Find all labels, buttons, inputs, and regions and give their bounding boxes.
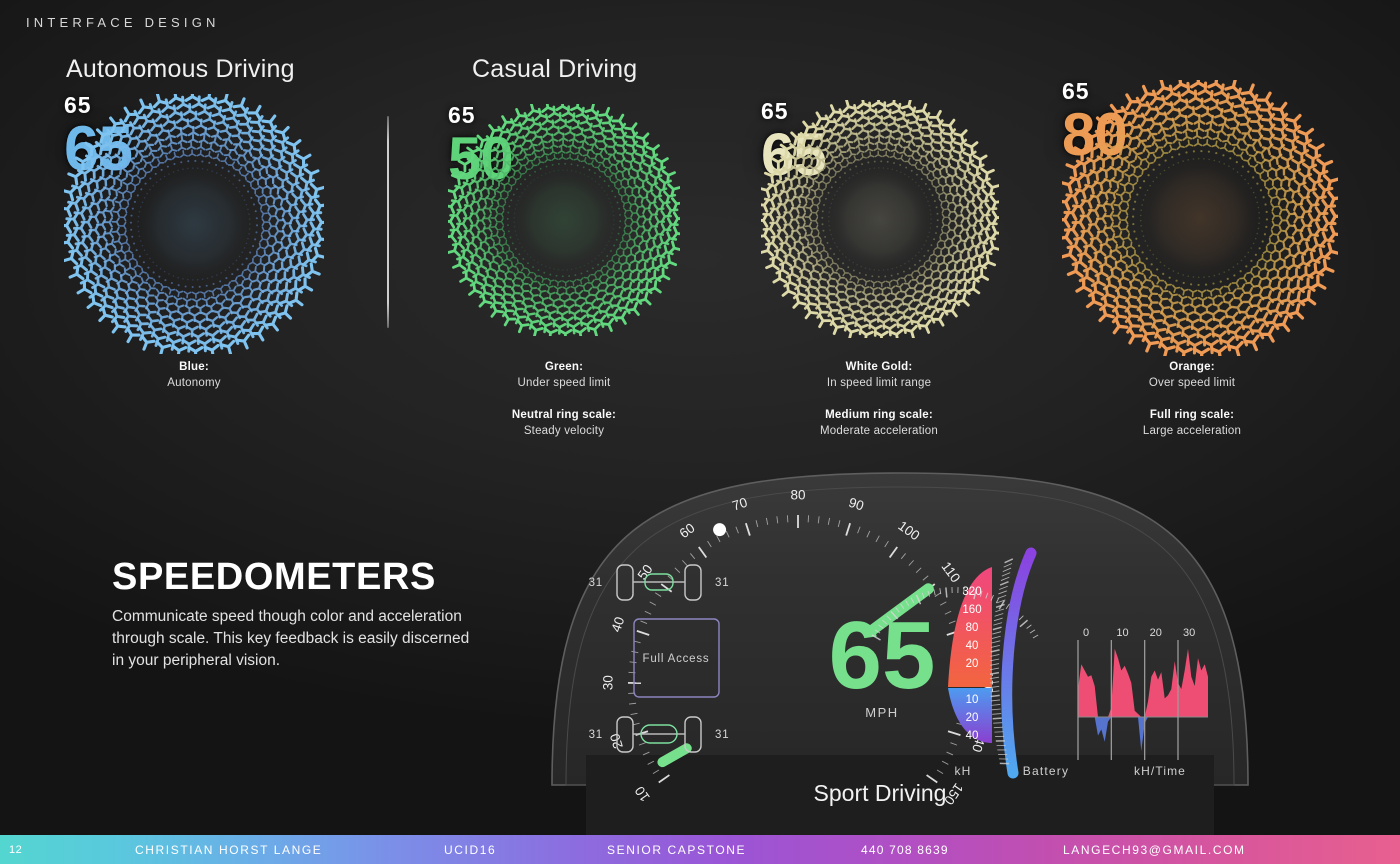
speedo-tick-label: 80 (790, 488, 805, 503)
slide-canvas: INTERFACE DESIGN Autonomous Driving Casu… (0, 0, 1400, 864)
caption-value-scale: Moderate acceleration (820, 425, 938, 437)
tire-pressure-front-left: 31 (589, 577, 603, 589)
speedometer-dial-autonomous-blue[interactable]: 65 65 (64, 94, 324, 354)
caption-value: Under speed limit (517, 377, 611, 389)
tire-pressure-front-right: 31 (715, 577, 729, 589)
kh-gauge-label: kH (954, 764, 971, 778)
speedometer-dial-casual-green[interactable]: 65 50 (448, 104, 680, 336)
slide-footer: 12 CHRISTIAN HORST LANGE UCID16 SENIOR C… (0, 835, 1400, 864)
footer-email: LANGECH93@GMAIL.COM (1063, 842, 1246, 857)
chart-axis-tick: 0 (1083, 627, 1089, 639)
kh-upper-value: 160 (962, 604, 981, 616)
dial-ring-graphic (1062, 80, 1338, 356)
tire-pressure-rear-right: 31 (715, 729, 729, 741)
caption-value: Autonomy (167, 377, 221, 389)
section-divider (387, 116, 389, 328)
kh-lower-value: 40 (966, 730, 979, 742)
chart-axis-tick: 10 (1116, 627, 1128, 639)
kh-lower-value: 10 (966, 694, 979, 706)
speedometer-dial-casual-orange[interactable]: 65 80 (1062, 80, 1338, 356)
speed-limit-marker (713, 523, 727, 537)
section-title-casual: Casual Driving (472, 55, 638, 83)
kh-time-chart-label: kH/Time (1134, 764, 1186, 778)
driving-mode-label: Sport Driving (813, 780, 947, 806)
dial-caption-blue: Blue: Autonomy (34, 361, 354, 389)
battery-gauge-label: Battery (1023, 764, 1069, 778)
kh-lower-value: 20 (966, 712, 979, 724)
kh-upper-value: 40 (966, 640, 979, 652)
footer-course: UCID16 (444, 842, 497, 857)
tire-pressure-rear-left: 31 (589, 729, 603, 741)
feature-title: SPEEDOMETERS (112, 556, 436, 598)
caption-label: Orange: (1169, 361, 1215, 373)
dial-caption-orange: Orange: Over speed limit Full ring scale… (1032, 361, 1352, 437)
dial-ring-graphic (448, 104, 680, 336)
footer-page-number: 12 (9, 843, 23, 856)
footer-project: SENIOR CAPSTONE (607, 842, 747, 857)
cluster-speed-unit: MPH (865, 705, 898, 720)
kh-upper-value: 320 (962, 586, 981, 598)
speedometer-dial-casual-white-gold[interactable]: 65 65 (761, 100, 999, 338)
footer-phone: 440 708 8639 (861, 842, 949, 857)
caption-label-scale: Neutral ring scale: (511, 409, 617, 421)
cluster-speed-value: 65 (829, 602, 936, 709)
caption-label: Blue: (179, 361, 209, 373)
dial-ring-graphic (64, 94, 324, 354)
feature-body: Communicate speed though color and accel… (112, 608, 470, 669)
caption-value: Over speed limit (1148, 377, 1236, 389)
caption-label-scale: Medium ring scale: (825, 409, 933, 421)
chart-axis-tick: 30 (1183, 627, 1195, 639)
kh-upper-value: 20 (966, 658, 979, 670)
caption-label: White Gold: (845, 361, 913, 373)
caption-label: Green: (544, 361, 584, 373)
chart-axis-tick: 20 (1150, 627, 1162, 639)
tire-access-label: Full Access (643, 653, 710, 665)
caption-value-scale: Large acceleration (1142, 425, 1242, 437)
kh-upper-value: 80 (966, 622, 979, 634)
dial-caption-white-gold: White Gold: In speed limit range Medium … (719, 361, 1039, 437)
dial-ring-graphic (761, 100, 999, 338)
slide-kicker: INTERFACE DESIGN (26, 15, 220, 30)
footer-author: CHRISTIAN HORST LANGE (135, 842, 323, 857)
caption-value-scale: Steady velocity (523, 425, 605, 437)
section-title-autonomous: Autonomous Driving (66, 55, 295, 83)
speedo-tick-label: 30 (600, 675, 615, 690)
dial-caption-green: Green: Under speed limit Neutral ring sc… (404, 361, 724, 437)
caption-label-scale: Full ring scale: (1149, 409, 1235, 421)
caption-value: In speed limit range (826, 377, 932, 389)
